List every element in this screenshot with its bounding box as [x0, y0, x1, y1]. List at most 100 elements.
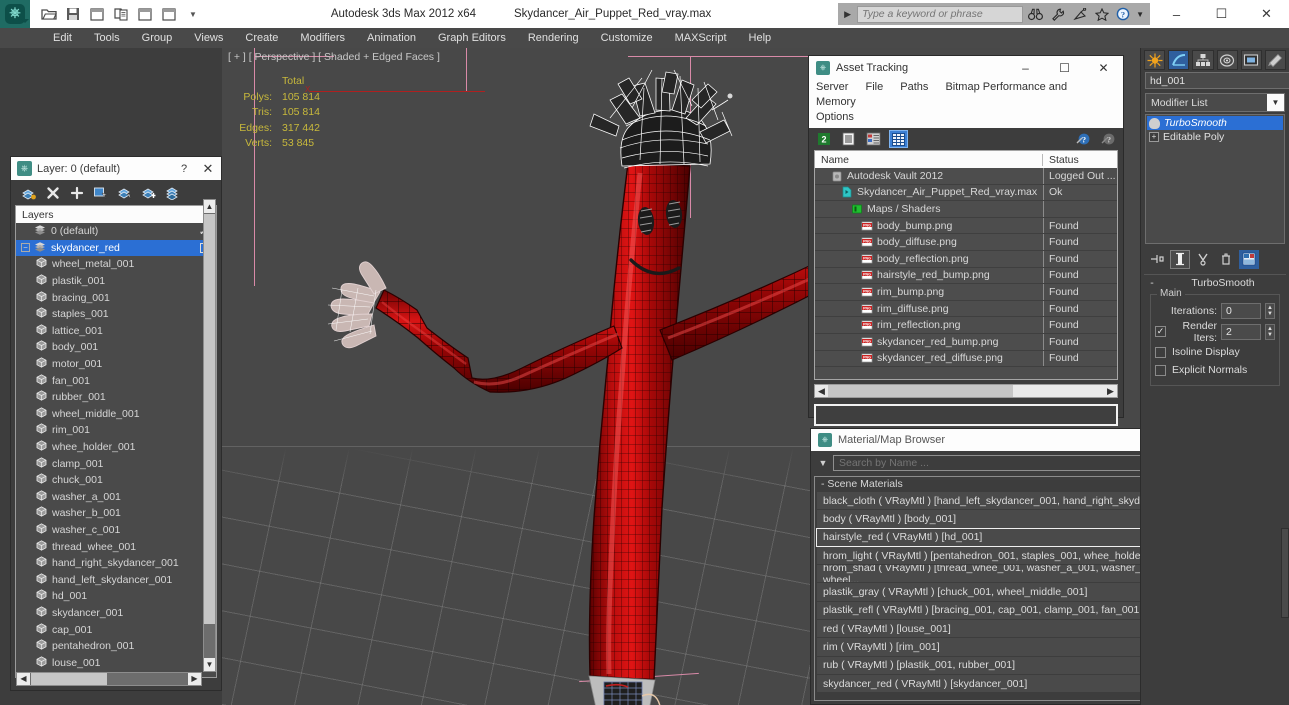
- menu-item-customize[interactable]: Customize: [590, 28, 664, 48]
- lightbulb-icon[interactable]: [1149, 117, 1160, 129]
- tab-modify[interactable]: [1168, 50, 1190, 70]
- menu-item-maxscript[interactable]: MAXScript: [664, 28, 738, 48]
- asset-menu-bitmap[interactable]: Bitmap Performance and Memory: [816, 81, 1067, 108]
- modifier-stack-item-turbosmooth[interactable]: TurboSmooth: [1147, 116, 1283, 130]
- layer-row[interactable]: motor_001: [16, 356, 216, 373]
- asset-row[interactable]: PNG body_bump.png Found: [815, 217, 1117, 235]
- menu-item-views[interactable]: Views: [183, 28, 234, 48]
- chevron-down-icon[interactable]: ▼: [1267, 94, 1284, 111]
- menu-item-help[interactable]: Help: [738, 28, 783, 48]
- add-layer-icon[interactable]: [67, 183, 87, 203]
- layer-row[interactable]: wheel_middle_001: [16, 406, 216, 423]
- layer-scroll-down-arrow[interactable]: ▼: [204, 658, 215, 671]
- help-question-icon[interactable]: ?: [1075, 131, 1092, 147]
- layer-row[interactable]: skydancer_001: [16, 605, 216, 622]
- select-layer-objects-icon[interactable]: [163, 183, 183, 203]
- layer-scroll-up-arrow[interactable]: ▲: [204, 200, 215, 213]
- checkbox-row-isoline-display[interactable]: Isoline Display: [1155, 343, 1275, 361]
- asset-column-name[interactable]: Name: [815, 153, 1043, 166]
- logo-dropdown-arrow[interactable]: [21, 19, 29, 23]
- qat-dropdown-icon[interactable]: ▼: [182, 3, 204, 25]
- layer-row[interactable]: fan_001: [16, 372, 216, 389]
- asset-row[interactable]: PNG hairstyle_red_bump.png Found: [815, 267, 1117, 285]
- layer-panel-help-button[interactable]: ?: [173, 163, 195, 175]
- save-file-icon[interactable]: [62, 3, 84, 25]
- menu-item-tools[interactable]: Tools: [83, 28, 131, 48]
- asset-hscroll-right-arrow[interactable]: ▶: [1104, 385, 1117, 397]
- new-window-icon[interactable]: [86, 3, 108, 25]
- expand-plus-icon[interactable]: +: [1149, 132, 1159, 142]
- render-iters-checkbox[interactable]: ✓: [1155, 326, 1166, 337]
- wrench-icon[interactable]: [1048, 5, 1067, 24]
- add-selection-to-layer-icon[interactable]: [115, 183, 135, 203]
- satellite-icon[interactable]: [1070, 5, 1089, 24]
- layer-row-selected[interactable]: − skydancer_red: [16, 239, 216, 257]
- make-unique-icon[interactable]: [1193, 249, 1213, 269]
- tab-motion[interactable]: [1216, 50, 1238, 70]
- asset-hscroll-thumb[interactable]: [828, 385, 1013, 397]
- show-end-result-icon[interactable]: [1170, 249, 1190, 269]
- layer-row[interactable]: plastik_001: [16, 273, 216, 290]
- undo-icon[interactable]: [134, 3, 156, 25]
- layer-row[interactable]: cap_001: [16, 621, 216, 638]
- layer-list-vertical-scrollbar[interactable]: ▲ ▼: [203, 199, 216, 672]
- asset-list-rows[interactable]: Autodesk Vault 2012 Logged Out ... Skydanc…: [815, 168, 1117, 379]
- layer-row[interactable]: rim_001: [16, 422, 216, 439]
- tab-utilities[interactable]: [1264, 50, 1287, 70]
- layer-row[interactable]: hand_left_skydancer_001: [16, 571, 216, 588]
- asset-row[interactable]: Skydancer_Air_Puppet_Red_vray.max Ok: [815, 184, 1117, 202]
- search-input[interactable]: [857, 5, 1024, 23]
- layer-row[interactable]: washer_c_001: [16, 522, 216, 539]
- help-dimmed-icon[interactable]: ?: [1100, 131, 1117, 147]
- favorites-star-icon[interactable]: [1092, 5, 1111, 24]
- explicit-normals-checkbox[interactable]: [1155, 364, 1166, 376]
- layer-row[interactable]: louse_001: [16, 654, 216, 671]
- layer-hscroll-right-arrow[interactable]: ▶: [188, 673, 201, 685]
- asset-column-status[interactable]: Status: [1043, 154, 1117, 166]
- asset-tracking-close[interactable]: ✕: [1084, 61, 1123, 75]
- modifier-stack-item-editable-poly[interactable]: + Editable Poly: [1147, 130, 1283, 144]
- menu-item-animation[interactable]: Animation: [356, 28, 427, 48]
- tab-create[interactable]: [1144, 50, 1166, 70]
- tab-display[interactable]: [1240, 50, 1262, 70]
- layer-row[interactable]: lattice_001: [16, 323, 216, 340]
- menu-item-group[interactable]: Group: [131, 28, 184, 48]
- layer-row[interactable]: body_001: [16, 339, 216, 356]
- menu-item-edit[interactable]: Edit: [42, 28, 83, 48]
- render-iters-spinner[interactable]: ▲ ▼: [1265, 323, 1275, 340]
- create-new-layer-icon[interactable]: [19, 183, 39, 203]
- layer-row[interactable]: rubber_001: [16, 389, 216, 406]
- layer-panel-close-button[interactable]: ✕: [195, 161, 221, 177]
- asset-menu-options[interactable]: Options: [816, 111, 854, 123]
- checkbox-row-explicit-normals[interactable]: Explicit Normals: [1155, 361, 1275, 379]
- menu-item-graph-editors[interactable]: Graph Editors: [427, 28, 517, 48]
- delete-layer-icon[interactable]: [43, 183, 63, 203]
- asset-tracking-maximize[interactable]: ☐: [1045, 61, 1084, 75]
- layer-row[interactable]: chuck_001: [16, 472, 216, 489]
- pin-stack-icon[interactable]: [1147, 249, 1167, 269]
- tab-hierarchy[interactable]: [1192, 50, 1214, 70]
- asset-hscroll-left-arrow[interactable]: ◀: [815, 385, 828, 397]
- copy-icon[interactable]: [110, 3, 132, 25]
- layer-list-horizontal-scrollbar[interactable]: ◀ ▶: [16, 672, 202, 686]
- menu-item-rendering[interactable]: Rendering: [517, 28, 590, 48]
- material-search-dropdown-icon[interactable]: ▼: [813, 458, 833, 468]
- asset-row[interactable]: PNG body_diffuse.png Found: [815, 234, 1117, 251]
- configure-modifier-sets-icon[interactable]: [1239, 249, 1259, 269]
- tree-view-icon[interactable]: [865, 131, 882, 147]
- set-current-layer-icon[interactable]: [139, 183, 159, 203]
- layer-row[interactable]: hd_001: [16, 588, 216, 605]
- layer-list[interactable]: 0 (default)✓ − skydancer_red wheel_metal_00…: [16, 223, 216, 677]
- layer-row[interactable]: clamp_001: [16, 455, 216, 472]
- help-icon[interactable]: ?: [1114, 5, 1133, 24]
- iterations-value[interactable]: 0: [1221, 302, 1261, 319]
- layer-row[interactable]: washer_a_001: [16, 489, 216, 506]
- modifier-list-dropdown[interactable]: Modifier List ▼: [1145, 93, 1285, 112]
- modifier-stack[interactable]: TurboSmooth + Editable Poly: [1145, 114, 1285, 244]
- isoline-display-checkbox[interactable]: [1155, 346, 1166, 358]
- layer-row[interactable]: washer_b_001: [16, 505, 216, 522]
- asset-row[interactable]: PNG rim_reflection.png Found: [815, 317, 1117, 334]
- help-dropdown-arrow[interactable]: ▼: [1136, 10, 1147, 19]
- asset-menu-paths[interactable]: Paths: [900, 81, 928, 93]
- layer-row[interactable]: wheel_metal_001: [16, 256, 216, 273]
